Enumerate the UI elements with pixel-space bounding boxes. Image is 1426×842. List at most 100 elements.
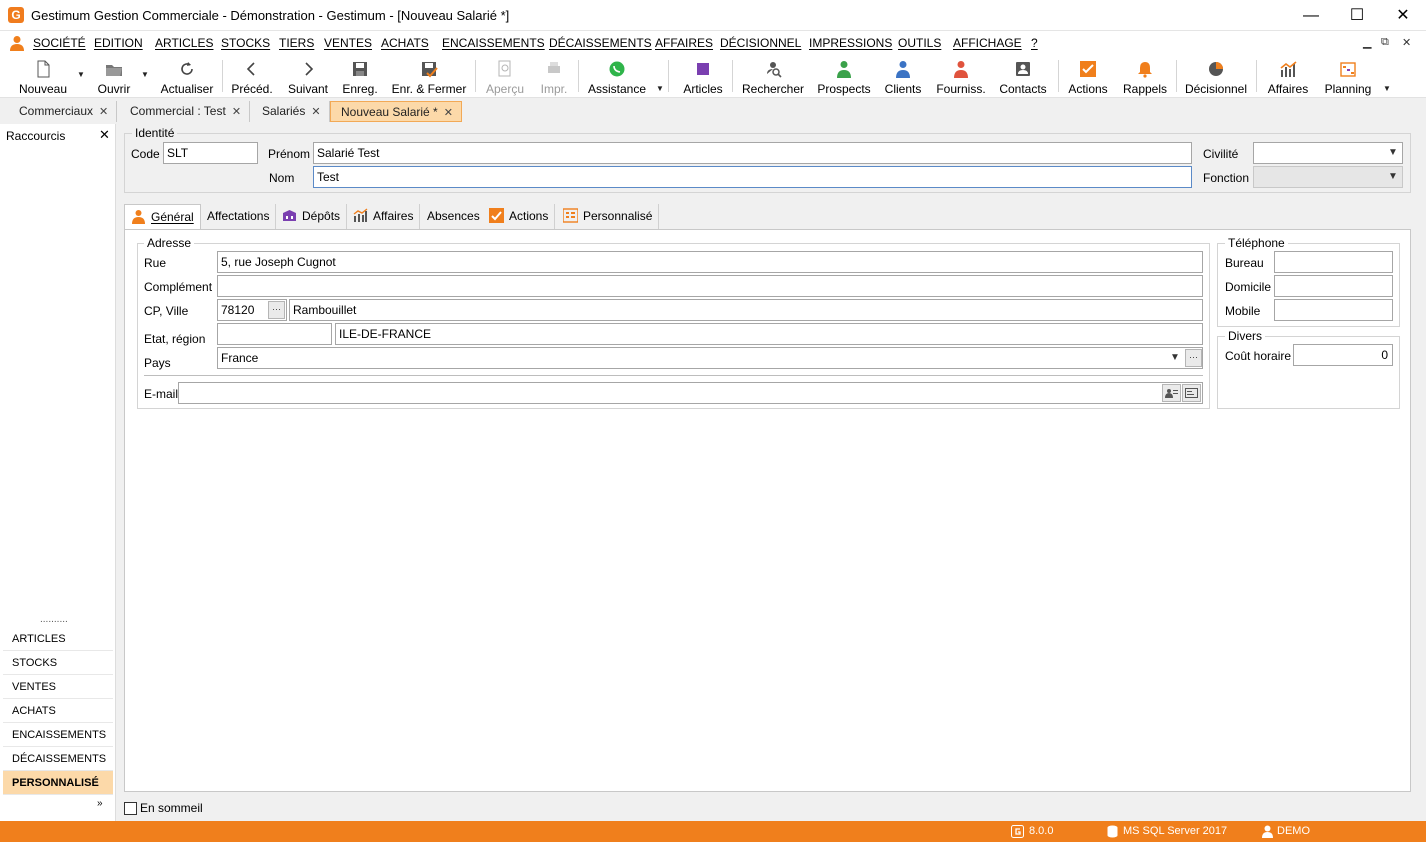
- actualiser-button[interactable]: Actualiser: [156, 58, 218, 96]
- suivant-button[interactable]: Suivant: [284, 58, 332, 96]
- menu-decaissements[interactable]: DÉCAISSEMENTS: [549, 36, 652, 50]
- etat-field[interactable]: [217, 323, 332, 345]
- mdi-minimize-button[interactable]: ▁: [1363, 36, 1371, 49]
- civilite-select[interactable]: [1253, 142, 1403, 164]
- prenom-field[interactable]: Salarié Test: [313, 142, 1192, 164]
- apercu-button[interactable]: Aperçu: [482, 58, 528, 96]
- precedent-button[interactable]: Précéd.: [229, 58, 275, 96]
- nouveau-button[interactable]: Nouveau: [12, 58, 74, 96]
- menu-decisionnel[interactable]: DÉCISIONNEL: [720, 36, 801, 50]
- menu-articles[interactable]: ARTICLES: [155, 36, 213, 50]
- clients-button[interactable]: Clients: [880, 58, 926, 96]
- maximize-button[interactable]: ☐: [1334, 0, 1380, 31]
- pays-lookup-button[interactable]: ···: [1185, 349, 1202, 367]
- domicile-field[interactable]: [1274, 275, 1393, 297]
- tab-general[interactable]: Général: [124, 204, 201, 230]
- chevron-down-icon[interactable]: ▼: [1170, 352, 1180, 363]
- nouveau-label: Nouveau: [18, 82, 68, 96]
- rue-field[interactable]: 5, rue Joseph Cugnot: [217, 251, 1203, 273]
- whatsapp-icon: [609, 61, 625, 77]
- chevron-down-icon[interactable]: ▼: [1388, 147, 1398, 158]
- assistance-button[interactable]: Assistance: [585, 58, 649, 96]
- tab-affectations[interactable]: Affectations: [201, 204, 277, 229]
- articles-button[interactable]: Articles: [678, 58, 728, 96]
- prospects-button[interactable]: Prospects: [814, 58, 874, 96]
- close-icon[interactable]: ✕: [232, 106, 241, 118]
- mail-compose-icon[interactable]: [1182, 384, 1201, 402]
- shortcut-achats[interactable]: ACHATS: [3, 699, 113, 723]
- nom-field[interactable]: Test: [313, 166, 1192, 188]
- planning-button[interactable]: Planning: [1320, 58, 1376, 96]
- rechercher-button[interactable]: Rechercher: [739, 58, 807, 96]
- enregistrer-fermer-button[interactable]: Enr. & Fermer: [388, 58, 470, 96]
- nouveau-dropdown-icon[interactable]: ▼: [77, 70, 85, 79]
- shortcut-articles[interactable]: ARTICLES: [3, 627, 113, 651]
- menu-affichage[interactable]: AFFICHAGE: [953, 36, 1022, 50]
- close-icon[interactable]: ✕: [99, 106, 108, 118]
- menu-impressions[interactable]: IMPRESSIONS: [809, 36, 892, 50]
- chevron-more-icon[interactable]: »: [97, 798, 103, 809]
- enregistrer-button[interactable]: Enreg.: [338, 58, 382, 96]
- cp-lookup-button[interactable]: ···: [268, 301, 285, 319]
- decisionnel-button[interactable]: Décisionnel: [1182, 58, 1250, 96]
- menu-outils[interactable]: OUTILS: [898, 36, 941, 50]
- menu-ventes[interactable]: VENTES: [324, 36, 372, 50]
- menu-affaires[interactable]: AFFAIRES: [655, 36, 713, 50]
- mdi-close-button[interactable]: ✕: [1402, 36, 1411, 49]
- shortcut-personnalise[interactable]: PERSONNALISÉ: [3, 771, 113, 795]
- mdi-restore-button[interactable]: ⧉: [1381, 36, 1389, 49]
- tab-personnalise[interactable]: Personnalisé: [557, 204, 660, 229]
- menu-encaissements[interactable]: ENCAISSEMENTS: [442, 36, 545, 50]
- close-icon[interactable]: ✕: [99, 127, 110, 143]
- en-sommeil-checkbox[interactable]: [124, 802, 137, 815]
- chevron-down-icon[interactable]: ▼: [1388, 171, 1398, 182]
- rappels-button[interactable]: Rappels: [1120, 58, 1170, 96]
- code-field[interactable]: SLT: [163, 142, 258, 164]
- close-icon[interactable]: ✕: [444, 107, 453, 119]
- tab-commerciaux[interactable]: Commerciaux ✕: [9, 101, 118, 122]
- tab-salaries[interactable]: Salariés ✕: [252, 101, 330, 122]
- ville-field[interactable]: Rambouillet: [289, 299, 1203, 321]
- shortcut-decaissements[interactable]: DÉCAISSEMENTS: [3, 747, 113, 771]
- contacts-button[interactable]: Contacts: [996, 58, 1050, 96]
- tab-nouveau-salarie[interactable]: Nouveau Salarié * ✕: [330, 101, 462, 122]
- menu-societe[interactable]: SOCIÉTÉ: [33, 36, 86, 50]
- tab-commercial-test[interactable]: Commercial : Test ✕: [120, 101, 251, 122]
- shortcut-stocks[interactable]: STOCKS: [3, 651, 113, 675]
- shortcut-ventes[interactable]: VENTES: [3, 675, 113, 699]
- affaires-button[interactable]: Affaires: [1264, 58, 1312, 96]
- window-title: Gestimum Gestion Commerciale - Démonstra…: [31, 8, 510, 23]
- contact-card-icon[interactable]: [1162, 384, 1181, 402]
- user-text: DEMO: [1277, 825, 1310, 837]
- fonction-select[interactable]: [1253, 166, 1403, 188]
- email-field[interactable]: [178, 382, 1203, 404]
- tab-depots[interactable]: Dépôts: [276, 204, 348, 229]
- fournisseurs-button[interactable]: Fourniss.: [932, 58, 990, 96]
- bureau-field[interactable]: [1274, 251, 1393, 273]
- imprimer-button[interactable]: Impr.: [534, 58, 574, 96]
- ouvrir-button[interactable]: Ouvrir: [88, 58, 140, 96]
- ouvrir-dropdown-icon[interactable]: ▼: [141, 70, 149, 79]
- assistance-overflow-icon[interactable]: ▼: [656, 84, 664, 93]
- actions-button[interactable]: Actions: [1064, 58, 1112, 96]
- mobile-field[interactable]: [1274, 299, 1393, 321]
- close-button[interactable]: ✕: [1380, 0, 1426, 31]
- menu-tiers[interactable]: TIERS: [279, 36, 314, 50]
- pays-select[interactable]: France: [217, 347, 1203, 369]
- panel-splitter[interactable]: ..........: [40, 614, 68, 625]
- tab-actions[interactable]: Actions: [483, 204, 556, 229]
- menu-achats[interactable]: ACHATS: [381, 36, 429, 50]
- tab-absences[interactable]: Absences: [421, 204, 487, 229]
- region-field[interactable]: ILE-DE-FRANCE: [335, 323, 1203, 345]
- toolbar-overflow-icon[interactable]: ▼: [1383, 84, 1391, 93]
- complement-field[interactable]: [217, 275, 1203, 297]
- menu-edition[interactable]: EDITION: [94, 36, 143, 50]
- menu-help[interactable]: ?: [1031, 36, 1038, 50]
- cout-horaire-field[interactable]: 0: [1293, 344, 1393, 366]
- shortcut-encaissements[interactable]: ENCAISSEMENTS: [3, 723, 113, 747]
- chevron-left-icon: [246, 62, 255, 76]
- tab-affaires[interactable]: Affaires: [347, 204, 421, 229]
- close-icon[interactable]: ✕: [311, 106, 320, 118]
- minimize-button[interactable]: —: [1288, 0, 1334, 31]
- menu-stocks[interactable]: STOCKS: [221, 36, 270, 50]
